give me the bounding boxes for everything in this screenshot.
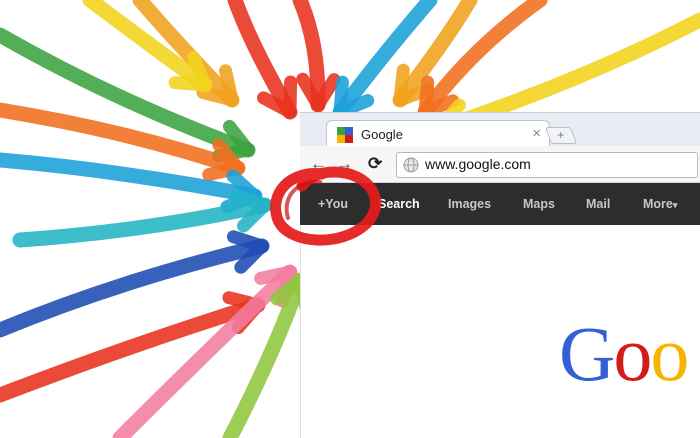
logo-letter: o [613, 310, 652, 397]
more-label: More [643, 197, 673, 211]
red-marker-circle [270, 166, 382, 246]
tab-google[interactable]: Google × [326, 120, 550, 148]
gbar-item-maps[interactable]: Maps [523, 197, 555, 211]
address-bar[interactable]: www.google.com [396, 152, 698, 178]
google-favicon-icon [337, 127, 353, 143]
plus-icon: + [557, 128, 565, 142]
close-tab-icon[interactable]: × [532, 125, 541, 142]
gbar-item-images[interactable]: Images [448, 197, 491, 211]
gbar-item-more[interactable]: More▾ [643, 197, 677, 211]
url-text: www.google.com [425, 156, 531, 172]
logo-letter: G [559, 310, 615, 397]
logo-letter: o [650, 310, 689, 397]
google-logo: Goo [559, 315, 689, 393]
painted-arrow [227, 0, 298, 120]
new-tab-button[interactable]: + [544, 127, 578, 144]
painted-arrow [292, 0, 341, 113]
tab-strip: Google × + [300, 112, 700, 148]
tab-title: Google [361, 127, 403, 142]
dropdown-arrow-icon: ▾ [672, 200, 678, 210]
gbar-item-mail[interactable]: Mail [586, 197, 610, 211]
globe-icon [403, 157, 419, 173]
